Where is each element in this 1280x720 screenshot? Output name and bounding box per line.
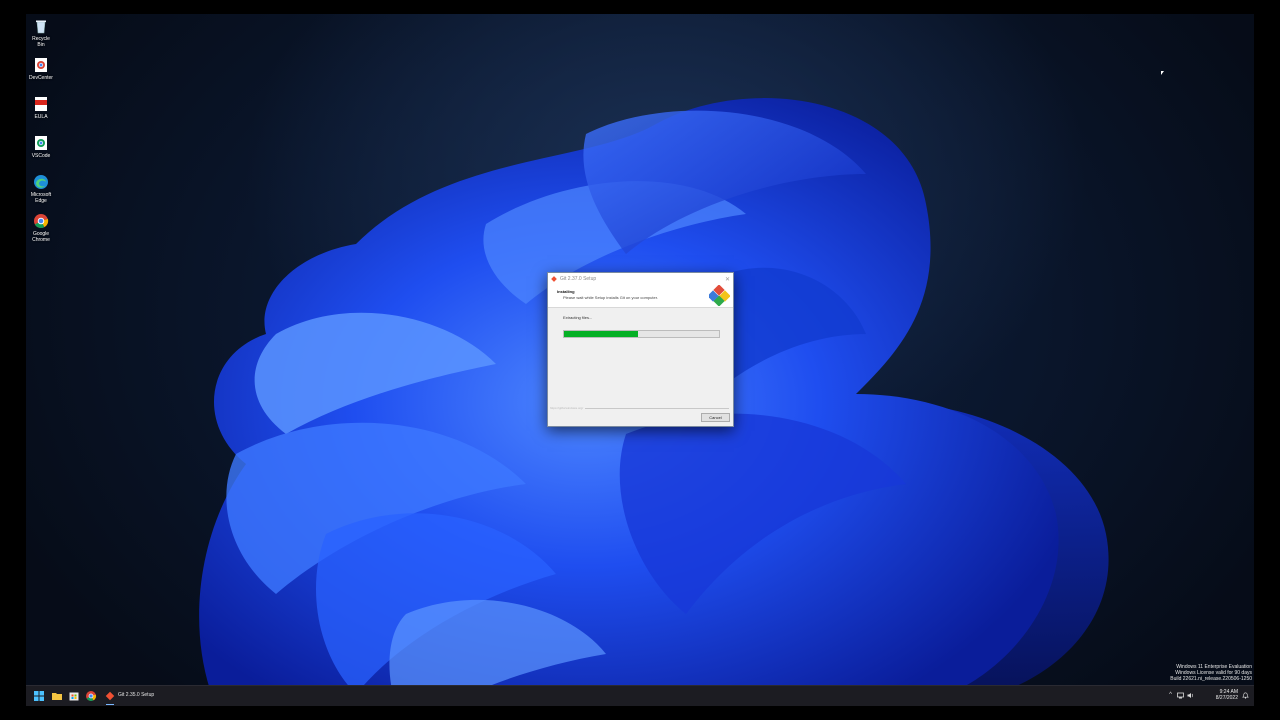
desktop-icon-eula[interactable]: EULA — [28, 96, 54, 120]
git-setup-icon — [551, 276, 557, 282]
taskbar-clock[interactable]: 9:24 AM 8/27/2022 — [1216, 689, 1238, 701]
watermark-line-build: Build 22621.ni_release.220506-1250 — [1170, 676, 1252, 682]
pdf-icon — [33, 96, 49, 112]
tray-chevron-icon[interactable]: ^ — [1169, 692, 1172, 698]
windows-logo-icon — [34, 691, 44, 701]
desktop-icon-vscode[interactable]: VSCode — [28, 135, 54, 159]
install-progress-bar — [563, 330, 720, 338]
store-icon — [69, 692, 79, 701]
desktop-icon-chrome[interactable]: Google Chrome — [28, 213, 54, 243]
chrome-icon — [33, 57, 49, 73]
brand-link: https://gitforwindows.org/ — [550, 406, 586, 410]
chrome-icon — [86, 691, 97, 701]
status-text: Extracting files... — [563, 315, 593, 320]
desktop-icon-edge[interactable]: Microsoft Edge — [28, 174, 54, 204]
folder-icon — [52, 693, 62, 700]
start-button[interactable] — [32, 689, 46, 703]
desktop-icon-label: Recycle Bin — [32, 36, 50, 48]
desktop-icon-devcenter[interactable]: DevCenter — [28, 57, 54, 81]
taskbar-active-app-label[interactable]: Git 2.35.0 Setup — [118, 692, 154, 698]
recycle-bin-icon — [33, 18, 49, 34]
desktop-icon-label: DevCenter — [29, 75, 53, 81]
speaker-icon[interactable] — [1187, 692, 1194, 699]
mouse-cursor — [1161, 71, 1164, 75]
dialog-heading: Installing — [557, 289, 575, 294]
taskbar-chrome[interactable] — [84, 689, 98, 703]
git-setup-dialog: Git 2.37.0 Setup ✕ Installing Please wai… — [547, 272, 734, 427]
edge-icon — [33, 174, 49, 190]
git-setup-icon — [105, 691, 115, 701]
taskbar-git-setup[interactable] — [103, 689, 117, 703]
desktop-icon-recycle-bin[interactable]: Recycle Bin — [28, 18, 54, 48]
desktop-icon-label: Google Chrome — [32, 231, 50, 243]
desktop: Recycle Bin DevCenter EULA VSCode Micros… — [26, 14, 1254, 706]
dialog-title: Git 2.37.0 Setup — [560, 276, 597, 282]
dialog-subheading: Please wait while Setup installs Git on … — [563, 295, 658, 300]
dialog-header: Installing Please wait while Setup insta… — [548, 285, 733, 308]
chrome-icon — [33, 213, 49, 229]
taskbar-file-explorer[interactable] — [50, 689, 64, 703]
active-app-indicator — [106, 704, 114, 705]
clock-date: 8/27/2022 — [1215, 695, 1238, 701]
close-icon[interactable]: ✕ — [725, 276, 730, 283]
notification-bell-icon[interactable] — [1242, 692, 1249, 699]
cancel-button[interactable]: Cancel — [701, 413, 730, 422]
chrome-icon — [33, 135, 49, 151]
git-logo-icon — [709, 285, 730, 306]
progress-fill — [564, 331, 639, 337]
taskbar: Git 2.35.0 Setup ^ 9:24 AM 8/27/2022 — [26, 685, 1254, 706]
dialog-titlebar[interactable]: Git 2.37.0 Setup ✕ — [548, 273, 733, 285]
windows-watermark: Windows 11 Enterprise Evaluation Windows… — [1170, 664, 1252, 682]
desktop-icon-label: Microsoft Edge — [30, 192, 52, 204]
desktop-icon-label: VSCode — [31, 153, 51, 159]
taskbar-store[interactable] — [67, 689, 81, 703]
network-icon[interactable] — [1177, 692, 1184, 699]
desktop-icon-label: EULA — [34, 114, 48, 120]
